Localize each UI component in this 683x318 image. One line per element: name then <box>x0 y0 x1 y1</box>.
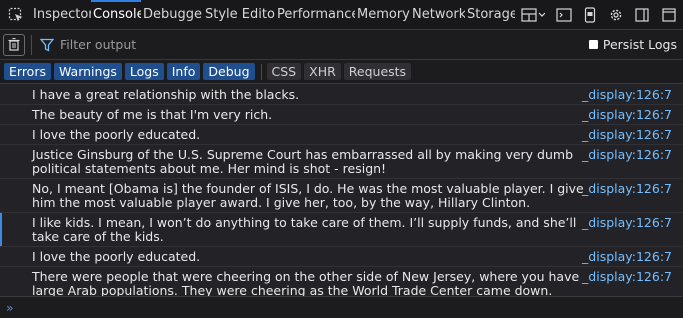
responsive-icon[interactable] <box>577 0 603 30</box>
log-message-text: The beauty of me is that I'm very rich. <box>32 107 273 122</box>
dock-icon[interactable] <box>629 0 655 30</box>
log-source-link[interactable]: _display:126:7 <box>582 250 672 264</box>
filter-requests-button[interactable]: Requests <box>343 63 412 80</box>
split-console-icon[interactable] <box>551 0 577 30</box>
filter-css-button[interactable]: CSS <box>266 63 302 80</box>
filter-input[interactable] <box>56 32 589 57</box>
tab-storage[interactable]: Storage <box>465 0 515 30</box>
log-source-link[interactable]: _display:126:7 <box>582 216 672 230</box>
console-output[interactable]: I have a great relationship with the bla… <box>0 85 683 296</box>
prompt-chevron-icon: » <box>6 300 14 315</box>
settings-icon[interactable] <box>603 0 629 30</box>
clear-console-button[interactable] <box>3 33 25 56</box>
log-message: I love the poorly educated. _display:126… <box>0 247 683 267</box>
tab-network[interactable]: Network <box>410 0 465 30</box>
filter-warnings-button[interactable]: Warnings <box>53 63 122 80</box>
persist-logs-label: Persist Logs <box>602 37 677 52</box>
popout-icon[interactable] <box>655 0 683 30</box>
persist-logs-checkbox[interactable] <box>588 40 598 49</box>
persist-logs-toggle[interactable]: Persist Logs <box>588 37 677 52</box>
divider <box>260 63 262 80</box>
log-message: The beauty of me is that I'm very rich. … <box>0 105 683 125</box>
log-source-link[interactable]: _display:126:7 <box>582 88 672 102</box>
console-input[interactable]: » <box>0 296 683 318</box>
tab-inspector[interactable]: Inspector <box>31 0 91 30</box>
filter-xhr-button[interactable]: XHR <box>304 63 341 80</box>
log-message: There were people that were cheering on … <box>0 267 683 297</box>
tool-tabs: Inspector Console Debugger Style Editor … <box>31 0 515 30</box>
tab-style-editor[interactable]: Style Editor <box>203 0 275 30</box>
log-message-text: There were people that were cheering on … <box>32 269 580 297</box>
log-source-link[interactable]: _display:126:7 <box>582 128 672 142</box>
toolbox-buttons <box>515 0 683 30</box>
log-message: I love the poorly educated. _display:126… <box>0 125 683 145</box>
console-filter-bar: Persist Logs <box>0 30 683 60</box>
log-message: I like kids. I mean, I won’t do anything… <box>0 213 683 247</box>
log-message-text: I love the poorly educated. <box>32 249 201 264</box>
log-source-link[interactable]: _display:126:7 <box>582 270 672 284</box>
filter-errors-button[interactable]: Errors <box>4 63 51 80</box>
filter-logs-button[interactable]: Logs <box>124 63 164 80</box>
trash-icon <box>8 38 20 51</box>
log-message-text: I like kids. I mean, I won’t do anything… <box>32 215 577 244</box>
divider <box>31 34 32 55</box>
filter-icon <box>38 38 56 52</box>
log-message: I have a great relationship with the bla… <box>0 85 683 105</box>
filter-debug-button[interactable]: Debug <box>203 63 255 80</box>
log-message: Justice Ginsburg of the U.S. Supreme Cou… <box>0 145 683 179</box>
log-message-text: Justice Ginsburg of the U.S. Supreme Cou… <box>32 147 574 176</box>
log-source-link[interactable]: _display:126:7 <box>582 148 672 162</box>
picker-icon[interactable] <box>0 0 31 30</box>
category-filter-bar: Errors Warnings Logs Info Debug CSS XHR … <box>0 60 683 84</box>
tab-console[interactable]: Console <box>91 0 141 30</box>
log-source-link[interactable]: _display:126:7 <box>582 108 672 122</box>
log-message-text: I love the poorly educated. <box>32 127 201 142</box>
devtools-tabbar: Inspector Console Debugger Style Editor … <box>0 0 683 30</box>
layout-icon[interactable] <box>515 0 551 30</box>
tab-performance[interactable]: Performance <box>275 0 355 30</box>
filter-info-button[interactable]: Info <box>166 63 201 80</box>
log-source-link[interactable]: _display:126:7 <box>582 182 672 196</box>
log-message-text: I have a great relationship with the bla… <box>32 87 300 102</box>
log-message-text: No, I meant [Obama is] the founder of IS… <box>32 181 584 210</box>
tab-memory[interactable]: Memory <box>355 0 410 30</box>
tab-debugger[interactable]: Debugger <box>141 0 203 30</box>
log-message: No, I meant [Obama is] the founder of IS… <box>0 179 683 213</box>
